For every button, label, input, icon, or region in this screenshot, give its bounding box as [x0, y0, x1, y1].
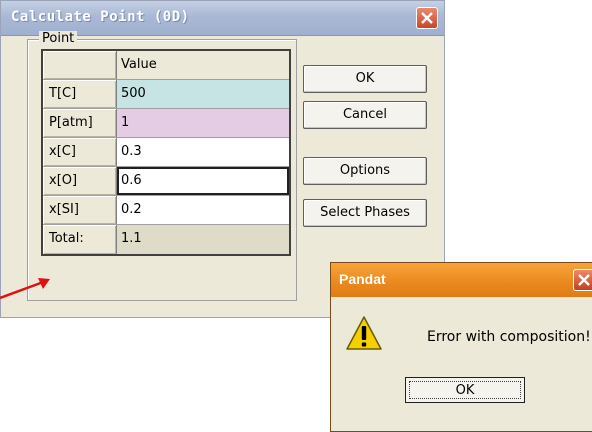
point-grid: Value T[C] 500 P[atm] 1 x[C] 0.3 x[O] 0.… — [41, 49, 291, 256]
table-row: x[SI] 0.2 — [43, 196, 289, 225]
options-button[interactable]: Options — [303, 157, 427, 185]
close-button[interactable] — [416, 7, 438, 29]
table-row-total: Total: 1.1 — [43, 225, 289, 254]
ok-button[interactable]: OK — [303, 65, 427, 93]
value-cell[interactable]: 0.3 — [117, 138, 289, 166]
row-label: x[C] — [43, 138, 117, 166]
row-label: P[atm] — [43, 109, 117, 137]
value-cell-selected[interactable]: 0.6 — [117, 167, 289, 195]
error-message: Error with composition! — [427, 329, 591, 345]
group-label: Point — [39, 31, 78, 46]
grid-corner-cell — [43, 51, 117, 79]
error-title-bar[interactable]: Pandat — [331, 263, 592, 297]
row-label: Total: — [43, 225, 117, 254]
table-row: P[atm] 1 — [43, 109, 289, 138]
error-dialog-title: Pandat — [339, 271, 386, 287]
dialog-title: Calculate Point (0D) — [11, 9, 190, 25]
value-cell[interactable]: 1 — [117, 109, 289, 137]
close-icon — [578, 274, 590, 286]
table-row: x[O] 0.6 — [43, 167, 289, 196]
error-ok-label: OK — [409, 381, 521, 399]
table-row: x[C] 0.3 — [43, 138, 289, 167]
total-value-cell: 1.1 — [117, 225, 289, 254]
value-cell[interactable]: 500 — [117, 80, 289, 108]
grid-header-row: Value — [43, 51, 289, 80]
cancel-button[interactable]: Cancel — [303, 101, 427, 129]
row-label: x[O] — [43, 167, 117, 195]
close-icon — [421, 12, 433, 24]
pandat-error-dialog: Pandat Error with composition! OK — [330, 262, 592, 432]
table-row: T[C] 500 — [43, 80, 289, 109]
value-cell[interactable]: 0.2 — [117, 196, 289, 224]
row-label: T[C] — [43, 80, 117, 108]
value-column-header: Value — [117, 51, 289, 79]
error-ok-button[interactable]: OK — [405, 377, 525, 403]
warning-icon — [346, 316, 382, 350]
select-phases-button[interactable]: Select Phases — [303, 199, 427, 227]
error-close-button[interactable] — [573, 269, 592, 291]
row-label: x[SI] — [43, 196, 117, 224]
